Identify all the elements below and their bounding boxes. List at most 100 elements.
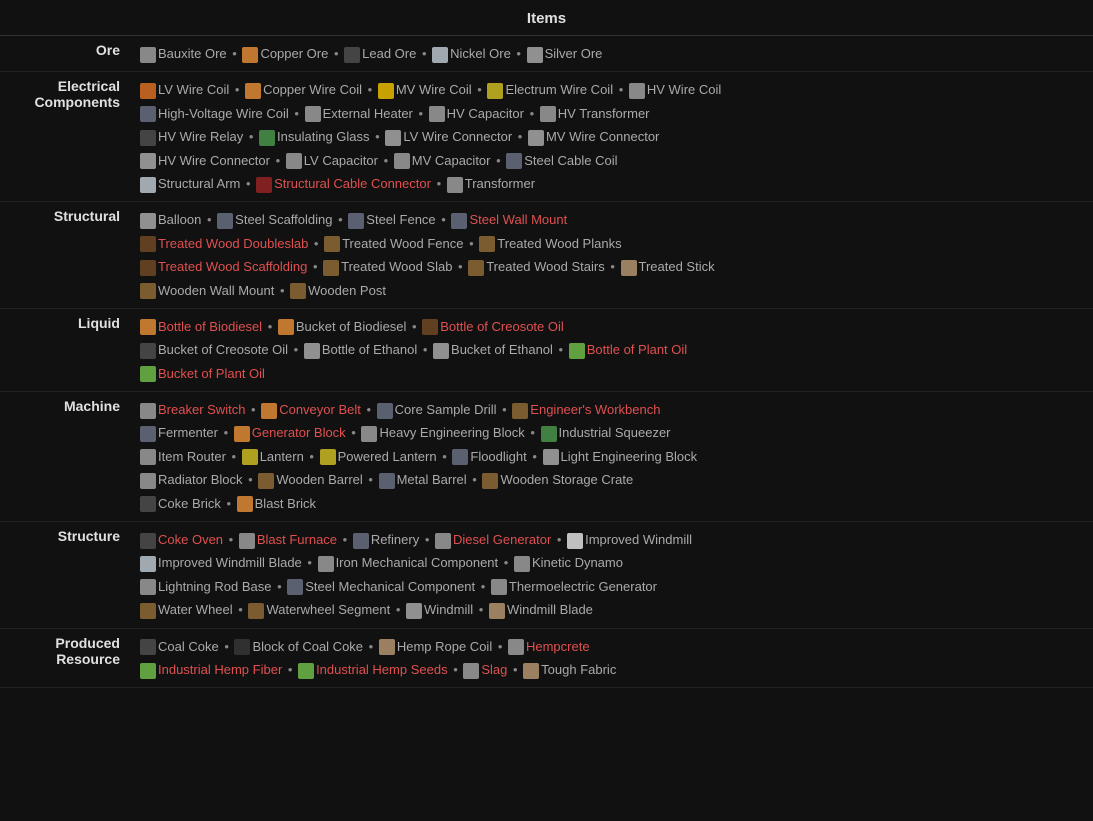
- list-item[interactable]: Lightning Rod Base: [140, 579, 271, 594]
- list-item[interactable]: Blast Brick: [237, 496, 316, 511]
- list-item[interactable]: Generator Block: [234, 425, 346, 440]
- list-item[interactable]: Treated Wood Slab: [323, 259, 452, 274]
- list-item[interactable]: Structural Arm: [140, 176, 240, 191]
- list-item[interactable]: Bucket of Creosote Oil: [140, 342, 288, 357]
- separator: •: [365, 472, 377, 487]
- item-name: LV Wire Coil: [158, 82, 229, 97]
- separator: •: [229, 46, 241, 61]
- list-item[interactable]: Floodlight: [452, 449, 526, 464]
- list-item[interactable]: Lantern: [242, 449, 304, 464]
- list-item[interactable]: Fermenter: [140, 425, 218, 440]
- list-item[interactable]: Treated Wood Planks: [479, 236, 621, 251]
- list-item[interactable]: Bucket of Biodiesel: [278, 319, 407, 334]
- list-item[interactable]: Bauxite Ore: [140, 46, 227, 61]
- list-item[interactable]: Waterwheel Segment: [248, 602, 390, 617]
- list-item[interactable]: Item Router: [140, 449, 226, 464]
- list-item[interactable]: Wooden Barrel: [258, 472, 362, 487]
- list-item[interactable]: Windmill: [406, 602, 473, 617]
- list-item[interactable]: Copper Ore: [242, 46, 328, 61]
- list-item[interactable]: Bucket of Plant Oil: [140, 366, 265, 381]
- list-item[interactable]: Steel Scaffolding: [217, 212, 332, 227]
- item-name: Silver Ore: [545, 46, 603, 61]
- list-item[interactable]: LV Wire Coil: [140, 82, 229, 97]
- list-item[interactable]: Treated Wood Scaffolding: [140, 259, 307, 274]
- list-item[interactable]: HV Capacitor: [429, 106, 524, 121]
- list-item[interactable]: Steel Cable Coil: [506, 153, 617, 168]
- list-item[interactable]: Silver Ore: [527, 46, 603, 61]
- list-item[interactable]: Coke Brick: [140, 496, 221, 511]
- list-item[interactable]: MV Wire Coil: [378, 82, 472, 97]
- list-item[interactable]: Treated Wood Fence: [324, 236, 463, 251]
- list-item[interactable]: Refinery: [353, 532, 419, 547]
- list-item[interactable]: Block of Coal Coke: [234, 639, 363, 654]
- list-item[interactable]: Engineer's Workbench: [512, 402, 660, 417]
- list-item[interactable]: Conveyor Belt: [261, 402, 361, 417]
- list-item[interactable]: Tough Fabric: [523, 662, 616, 677]
- list-item[interactable]: MV Capacitor: [394, 153, 491, 168]
- list-item[interactable]: Insulating Glass: [259, 129, 370, 144]
- list-item[interactable]: Bucket of Ethanol: [433, 342, 553, 357]
- list-item[interactable]: Iron Mechanical Component: [318, 555, 499, 570]
- list-item[interactable]: Blast Furnace: [239, 532, 337, 547]
- list-item[interactable]: Heavy Engineering Block: [361, 425, 524, 440]
- list-item[interactable]: HV Transformer: [540, 106, 650, 121]
- category-row: OreBauxite Ore • Copper Ore • Lead Ore •…: [0, 36, 1093, 72]
- list-item[interactable]: Wooden Storage Crate: [482, 472, 633, 487]
- list-item[interactable]: HV Wire Relay: [140, 129, 243, 144]
- list-item[interactable]: MV Wire Connector: [528, 129, 659, 144]
- list-item[interactable]: Copper Wire Coil: [245, 82, 362, 97]
- list-item[interactable]: Kinetic Dynamo: [514, 555, 623, 570]
- list-item[interactable]: Lead Ore: [344, 46, 416, 61]
- list-item[interactable]: Slag: [463, 662, 507, 677]
- list-item[interactable]: Steel Wall Mount: [451, 212, 567, 227]
- separator: •: [309, 259, 321, 274]
- item-icon: [378, 83, 394, 99]
- list-item[interactable]: Treated Wood Stairs: [468, 259, 605, 274]
- list-item[interactable]: Hempcrete: [508, 639, 590, 654]
- list-item[interactable]: Structural Cable Connector: [256, 176, 431, 191]
- list-item[interactable]: Core Sample Drill: [377, 402, 497, 417]
- list-item[interactable]: Radiator Block: [140, 472, 243, 487]
- list-item[interactable]: Electrum Wire Coil: [487, 82, 613, 97]
- separator: •: [494, 639, 506, 654]
- list-item[interactable]: Balloon: [140, 212, 201, 227]
- list-item[interactable]: Breaker Switch: [140, 402, 245, 417]
- item-icon: [140, 426, 156, 442]
- list-item[interactable]: Industrial Hemp Seeds: [298, 662, 448, 677]
- list-item[interactable]: Powered Lantern: [320, 449, 437, 464]
- item-name: Breaker Switch: [158, 402, 245, 417]
- list-item[interactable]: Transformer: [447, 176, 535, 191]
- list-item[interactable]: Bottle of Biodiesel: [140, 319, 262, 334]
- item-icon: [242, 449, 258, 465]
- list-item[interactable]: Improved Windmill Blade: [140, 555, 302, 570]
- list-item[interactable]: Improved Windmill: [567, 532, 692, 547]
- list-item[interactable]: Treated Wood Doubleslab: [140, 236, 308, 251]
- list-item[interactable]: Coal Coke: [140, 639, 219, 654]
- list-item[interactable]: Steel Fence: [348, 212, 435, 227]
- list-item[interactable]: Coke Oven: [140, 532, 223, 547]
- item-icon: [140, 283, 156, 299]
- list-item[interactable]: Nickel Ore: [432, 46, 511, 61]
- list-item[interactable]: External Heater: [305, 106, 413, 121]
- list-item[interactable]: Light Engineering Block: [543, 449, 698, 464]
- list-item[interactable]: Water Wheel: [140, 602, 233, 617]
- list-item[interactable]: Thermoelectric Generator: [491, 579, 657, 594]
- list-item[interactable]: Treated Stick: [621, 259, 715, 274]
- list-item[interactable]: Hemp Rope Coil: [379, 639, 492, 654]
- list-item[interactable]: Windmill Blade: [489, 602, 593, 617]
- list-item[interactable]: Industrial Squeezer: [541, 425, 671, 440]
- list-item[interactable]: Bottle of Plant Oil: [569, 342, 687, 357]
- list-item[interactable]: Diesel Generator: [435, 532, 551, 547]
- list-item[interactable]: HV Wire Connector: [140, 153, 270, 168]
- list-item[interactable]: Bottle of Ethanol: [304, 342, 417, 357]
- list-item[interactable]: Wooden Wall Mount: [140, 283, 274, 298]
- list-item[interactable]: HV Wire Coil: [629, 82, 721, 97]
- list-item[interactable]: LV Capacitor: [286, 153, 378, 168]
- list-item[interactable]: Wooden Post: [290, 283, 386, 298]
- list-item[interactable]: LV Wire Connector: [385, 129, 512, 144]
- list-item[interactable]: High-Voltage Wire Coil: [140, 106, 289, 121]
- list-item[interactable]: Bottle of Creosote Oil: [422, 319, 564, 334]
- list-item[interactable]: Metal Barrel: [379, 472, 467, 487]
- list-item[interactable]: Industrial Hemp Fiber: [140, 662, 282, 677]
- list-item[interactable]: Steel Mechanical Component: [287, 579, 475, 594]
